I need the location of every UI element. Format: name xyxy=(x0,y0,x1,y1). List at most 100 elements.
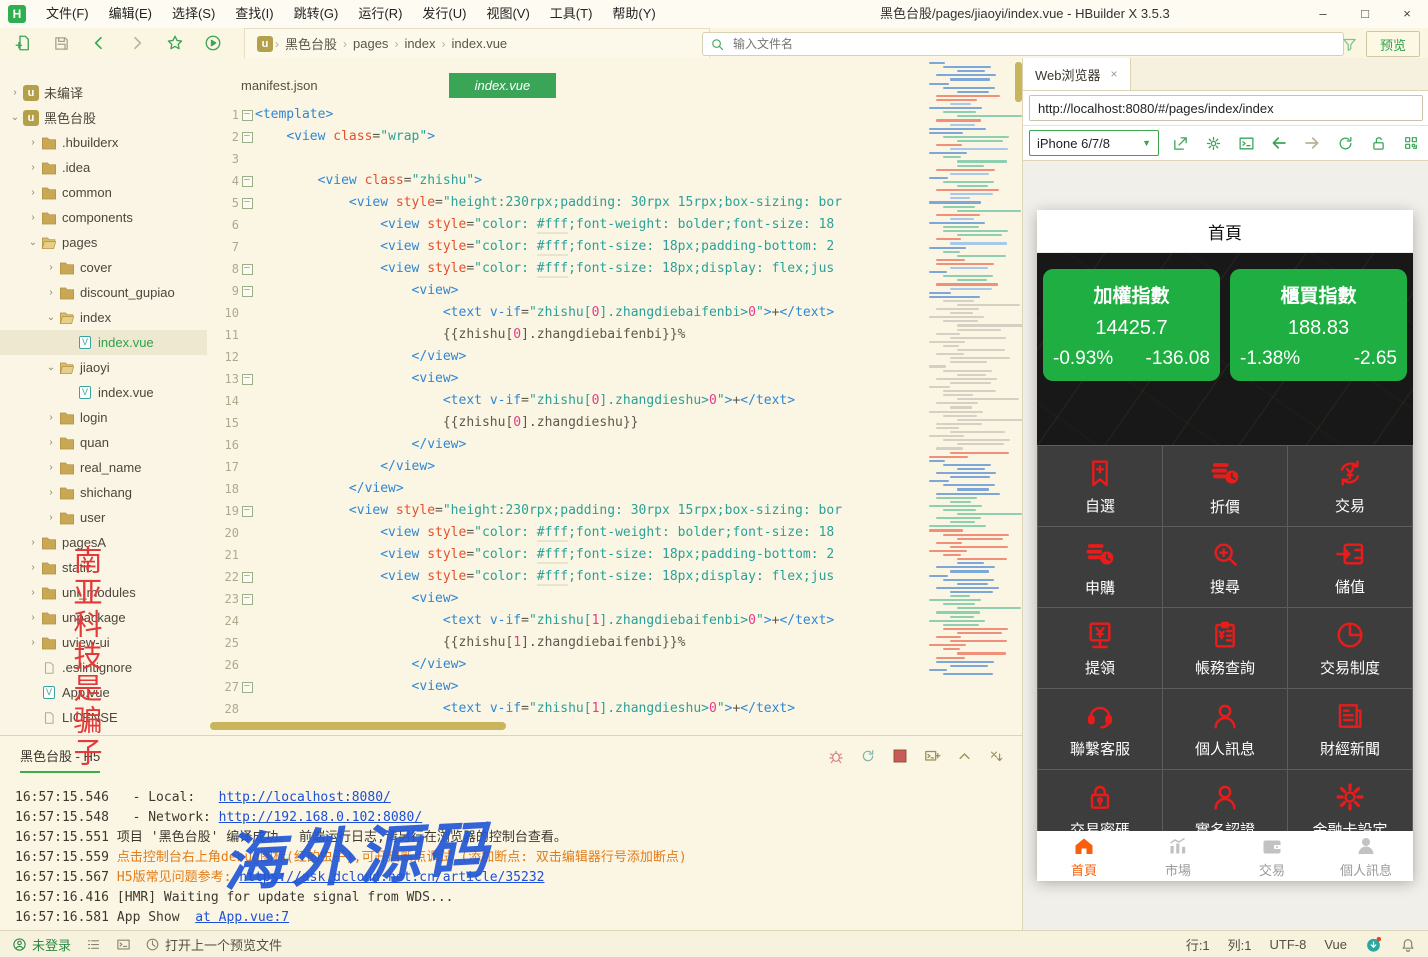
log-link[interactable]: at App.vue:7 xyxy=(195,910,289,925)
restart-icon[interactable] xyxy=(858,746,878,766)
tree-item-uni_modules[interactable]: ›uni_modules xyxy=(0,580,207,605)
tree-item-index.vue[interactable]: Vindex.vue xyxy=(0,330,207,355)
gear-icon[interactable] xyxy=(1201,131,1225,155)
menu-item-實名認證[interactable]: 實名認證 xyxy=(1163,770,1287,831)
chevron-right-icon[interactable]: › xyxy=(44,512,58,523)
collapse-icon[interactable] xyxy=(954,746,974,766)
fold-marker-icon[interactable]: – xyxy=(239,566,255,588)
chevron-right-icon[interactable]: › xyxy=(44,487,58,498)
tree-item-LICENSE[interactable]: LICENSE xyxy=(0,705,207,730)
devtools-icon[interactable] xyxy=(1234,131,1258,155)
tree-item-uview-ui[interactable]: ›uview-ui xyxy=(0,630,207,655)
menu-文件(F)[interactable]: 文件(F) xyxy=(36,0,99,28)
close-panel-icon[interactable] xyxy=(986,746,1006,766)
menu-编辑(E)[interactable]: 编辑(E) xyxy=(99,0,162,28)
chevron-right-icon[interactable]: › xyxy=(44,437,58,448)
chevron-right-icon[interactable]: › xyxy=(26,162,40,173)
chevron-right-icon[interactable]: › xyxy=(26,187,40,198)
tree-item-.hbuilderx[interactable]: ›.hbuilderx xyxy=(0,130,207,155)
minimize-button[interactable]: – xyxy=(1302,0,1344,27)
line-number[interactable]: 24 xyxy=(207,610,239,632)
line-number[interactable]: 25 xyxy=(207,632,239,654)
device-selector[interactable]: iPhone 6/7/8 ▼ xyxy=(1029,130,1159,156)
tree-item-index[interactable]: ⌄index xyxy=(0,305,207,330)
line-number[interactable]: 23 xyxy=(207,588,239,610)
line-number[interactable]: 16 xyxy=(207,434,239,456)
tree-item-real_name[interactable]: ›real_name xyxy=(0,455,207,480)
tree-item-黑色台股[interactable]: ⌄u黑色台股 xyxy=(0,105,207,130)
breadcrumb-item[interactable]: 黑色台股 xyxy=(285,34,337,53)
menu-item-搜尋[interactable]: 搜尋 xyxy=(1163,527,1287,607)
chevron-right-icon[interactable]: › xyxy=(26,562,40,573)
line-number[interactable]: 8 xyxy=(207,258,239,280)
fold-marker-icon[interactable]: – xyxy=(239,500,255,522)
breadcrumb-item[interactable]: pages xyxy=(353,36,388,51)
bug-icon[interactable] xyxy=(826,746,846,766)
tree-item-shichang[interactable]: ›shichang xyxy=(0,480,207,505)
line-number[interactable]: 7 xyxy=(207,236,239,258)
menu-运行(R)[interactable]: 运行(R) xyxy=(348,0,412,28)
editor-tab-index.vue[interactable]: index.vue xyxy=(449,73,557,98)
chevron-down-icon[interactable]: ⌄ xyxy=(26,237,40,248)
tree-item-unpackage[interactable]: ›unpackage xyxy=(0,605,207,630)
chevron-right-icon[interactable]: › xyxy=(8,87,22,98)
browser-tab[interactable]: Web浏览器 × xyxy=(1023,58,1131,90)
line-number[interactable]: 20 xyxy=(207,522,239,544)
code-area[interactable]: 1–<template>2– <view class="wrap">34– <v… xyxy=(207,104,1022,720)
code-editor[interactable]: manifest.jsonindex.vue 1–<template>2– <v… xyxy=(207,58,1022,735)
tree-item-quan[interactable]: ›quan xyxy=(0,430,207,455)
search-input[interactable] xyxy=(731,36,1337,52)
chevron-right-icon[interactable]: › xyxy=(44,287,58,298)
back-icon[interactable] xyxy=(84,30,114,56)
chevron-right-icon[interactable]: › xyxy=(26,137,40,148)
phone-tab-個人訊息[interactable]: 個人訊息 xyxy=(1319,831,1413,881)
file-search-box[interactable] xyxy=(702,32,1344,56)
new-file-icon[interactable] xyxy=(8,30,38,56)
fold-marker-icon[interactable]: – xyxy=(239,104,255,126)
maximize-button[interactable]: □ xyxy=(1344,0,1386,27)
line-number[interactable]: 13 xyxy=(207,368,239,390)
line-number[interactable]: 6 xyxy=(207,214,239,236)
editor-tab-manifest.json[interactable]: manifest.json xyxy=(225,73,334,98)
breadcrumb-item[interactable]: index xyxy=(404,36,435,51)
menu-item-儲值[interactable]: 儲值 xyxy=(1288,527,1412,607)
menu-item-交易密碼[interactable]: 交易密碼 xyxy=(1038,770,1162,831)
back-icon[interactable] xyxy=(1267,131,1291,155)
chevron-right-icon[interactable]: › xyxy=(26,612,40,623)
chevron-right-icon[interactable]: › xyxy=(26,212,40,223)
open-external-icon[interactable] xyxy=(1168,131,1192,155)
forward-icon[interactable] xyxy=(122,30,152,56)
menu-选择(S)[interactable]: 选择(S) xyxy=(162,0,225,28)
cursor-line[interactable]: 行:1 xyxy=(1186,935,1210,954)
breadcrumb-item[interactable]: index.vue xyxy=(452,36,508,51)
line-number[interactable]: 4 xyxy=(207,170,239,192)
encoding[interactable]: UTF-8 xyxy=(1270,937,1307,952)
tree-item-未编译[interactable]: ›u未编译 xyxy=(0,80,207,105)
language-mode[interactable]: Vue xyxy=(1324,937,1347,952)
menu-item-交易制度[interactable]: 交易制度 xyxy=(1288,608,1412,688)
vertical-scrollbar[interactable] xyxy=(1015,62,1022,102)
line-number[interactable]: 14 xyxy=(207,390,239,412)
tree-item-.idea[interactable]: ›.idea xyxy=(0,155,207,180)
menu-item-提領[interactable]: 提領 xyxy=(1038,608,1162,688)
line-number[interactable]: 2 xyxy=(207,126,239,148)
fold-marker-icon[interactable]: – xyxy=(239,588,255,610)
phone-tab-市場[interactable]: 市場 xyxy=(1131,831,1225,881)
save-icon[interactable] xyxy=(46,30,76,56)
qrcode-icon[interactable] xyxy=(1399,131,1423,155)
phone-tab-交易[interactable]: 交易 xyxy=(1225,831,1319,881)
url-input[interactable] xyxy=(1029,95,1423,121)
line-number[interactable]: 3 xyxy=(207,148,239,170)
stop-icon[interactable] xyxy=(890,746,910,766)
breadcrumb[interactable]: u›黑色台股›pages›index›index.vue xyxy=(244,28,710,59)
star-icon[interactable] xyxy=(160,30,190,56)
menu-item-財經新聞[interactable]: 財經新聞 xyxy=(1288,689,1412,769)
line-number[interactable]: 1 xyxy=(207,104,239,126)
tree-item-jiaoyi[interactable]: ⌄jiaoyi xyxy=(0,355,207,380)
line-number[interactable]: 18 xyxy=(207,478,239,500)
login-status[interactable]: 未登录 xyxy=(12,935,71,954)
fold-marker-icon[interactable]: – xyxy=(239,368,255,390)
menu-工具(T)[interactable]: 工具(T) xyxy=(540,0,603,28)
open-last-preview[interactable]: 打开上一个预览文件 xyxy=(145,935,282,954)
unlock-icon[interactable] xyxy=(1366,131,1390,155)
